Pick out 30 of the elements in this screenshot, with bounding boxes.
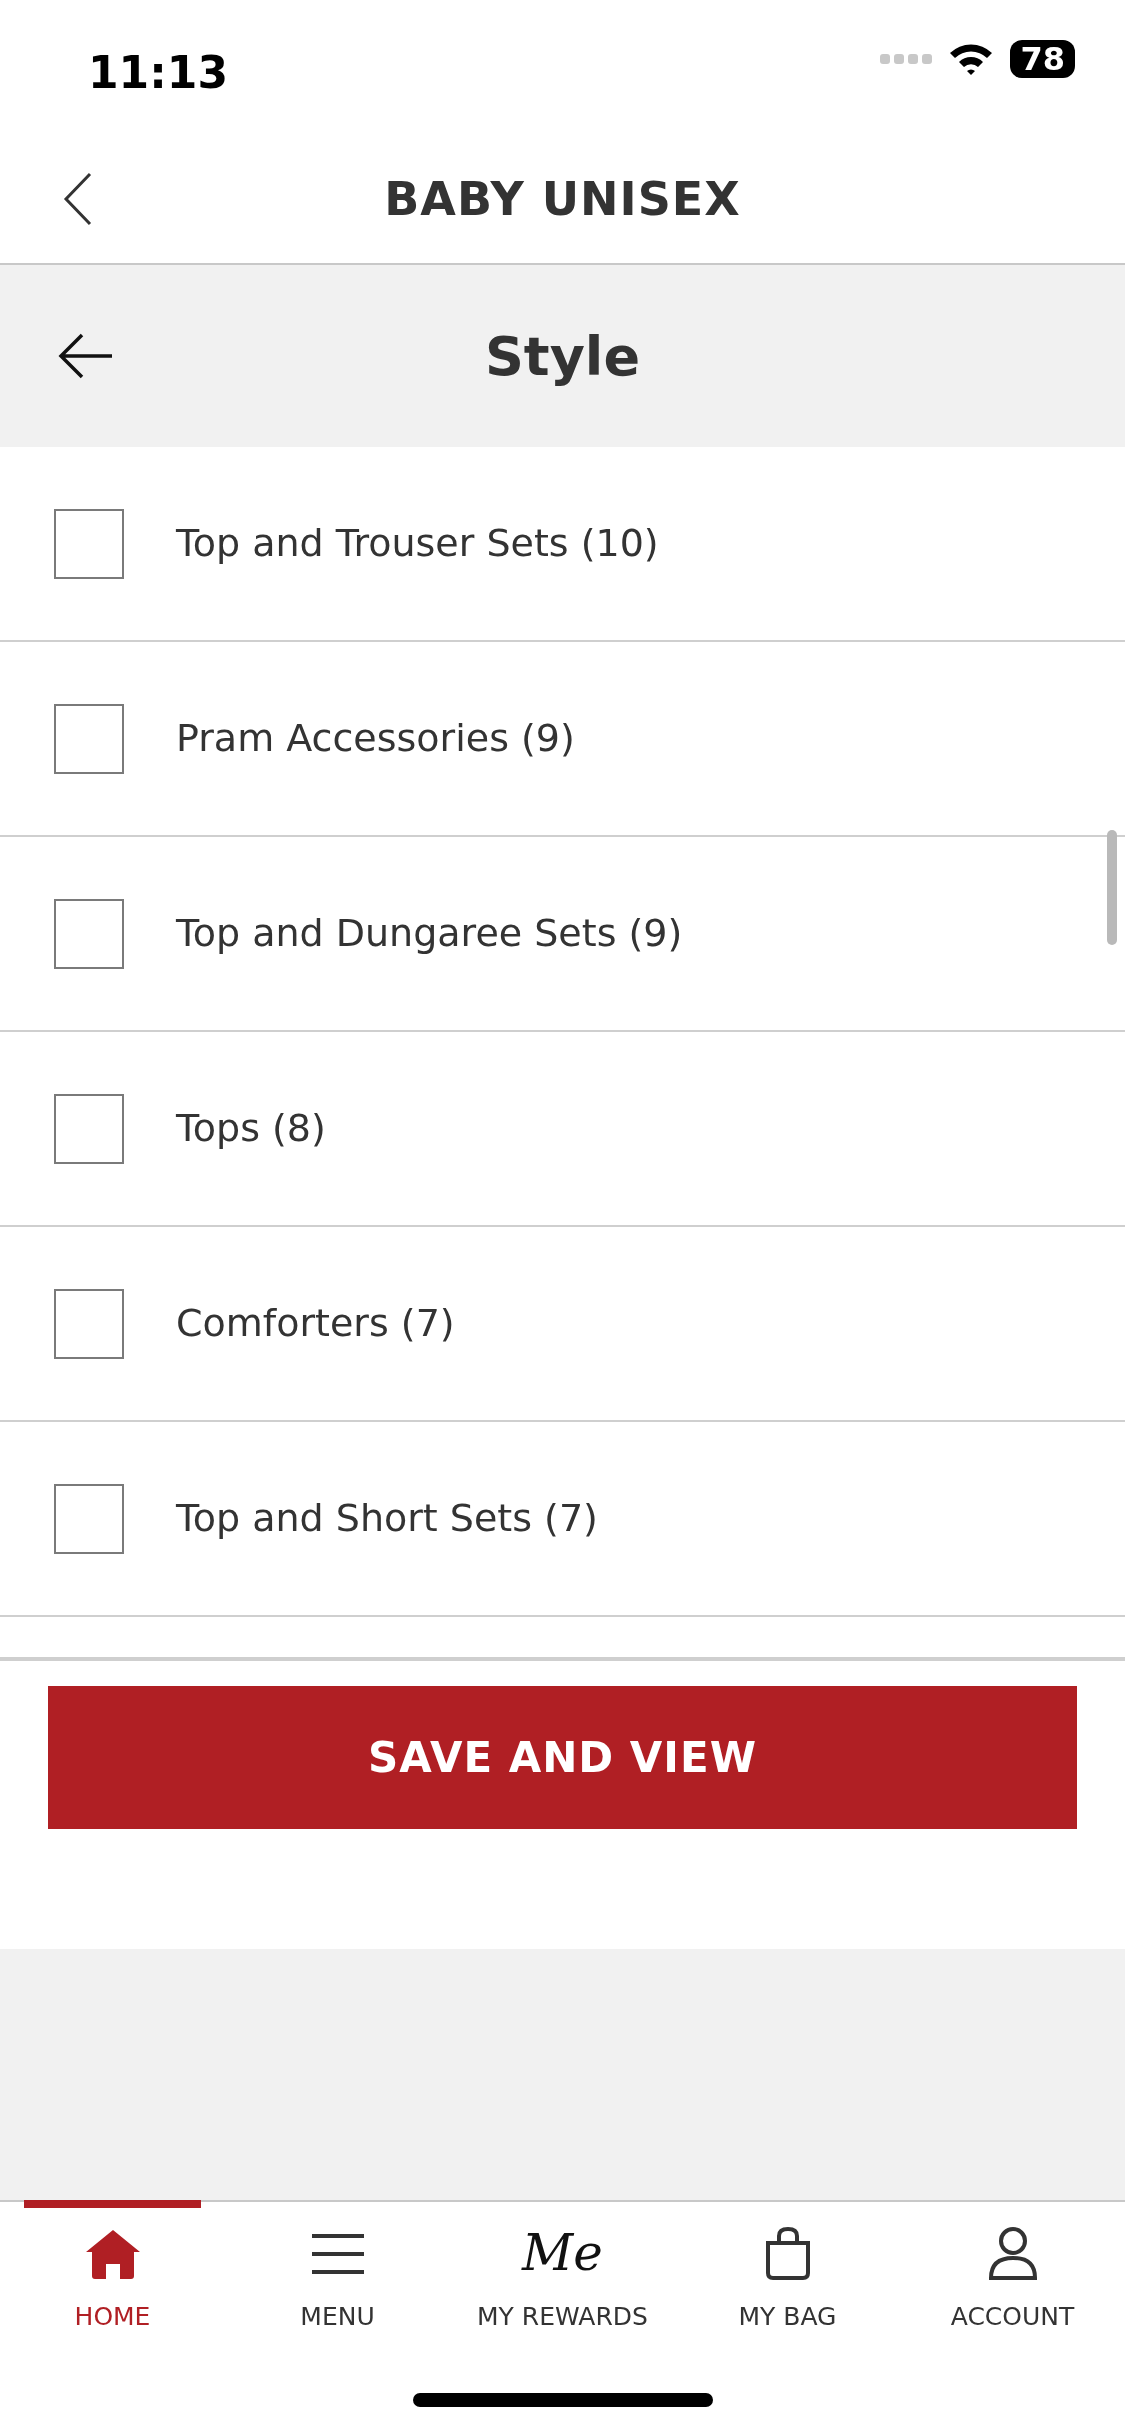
checkbox[interactable] <box>54 508 124 579</box>
checkbox[interactable] <box>54 1288 124 1359</box>
filter-title: Style <box>484 323 640 390</box>
back-button[interactable] <box>62 171 94 227</box>
checkbox[interactable] <box>54 1483 124 1554</box>
checkbox[interactable] <box>54 898 124 969</box>
checkbox[interactable] <box>54 703 124 774</box>
tab-bar-item[interactable]: HOME <box>0 2202 225 2337</box>
checkbox[interactable] <box>54 1093 124 1164</box>
signal-icon <box>880 52 933 66</box>
wifi-icon <box>948 42 995 76</box>
shopping-bag-icon <box>763 2227 812 2281</box>
battery-level: 78 <box>1010 40 1075 78</box>
tab-bar-item[interactable]: MENU <box>225 2202 450 2337</box>
menu-icon <box>310 2232 365 2276</box>
option-label: Top and Short Sets (7) <box>176 1495 598 1542</box>
rewards-logo: Me <box>522 2224 603 2284</box>
page-title: BABY UNISEX <box>384 170 741 228</box>
tab-bar-item[interactable]: Me MY REWARDS <box>450 2202 675 2337</box>
option-label: Comforters (7) <box>176 1300 455 1347</box>
tab-bar-item[interactable]: ACCOUNT <box>900 2202 1125 2337</box>
option-label: Pram Accessories (9) <box>176 715 575 762</box>
tab-bar-item[interactable]: MY BAG <box>675 2202 900 2337</box>
option-label: Top and Trouser Sets (10) <box>176 520 659 567</box>
back-arrow-button[interactable] <box>58 332 114 380</box>
status-time: 11:13 <box>88 46 229 100</box>
option-label: Tops (8) <box>176 1105 326 1152</box>
save-and-view-button[interactable]: SAVE AND VIEW <box>48 1686 1077 1829</box>
person-icon <box>987 2226 1038 2282</box>
option-label: Top and Dungaree Sets (9) <box>176 910 683 957</box>
